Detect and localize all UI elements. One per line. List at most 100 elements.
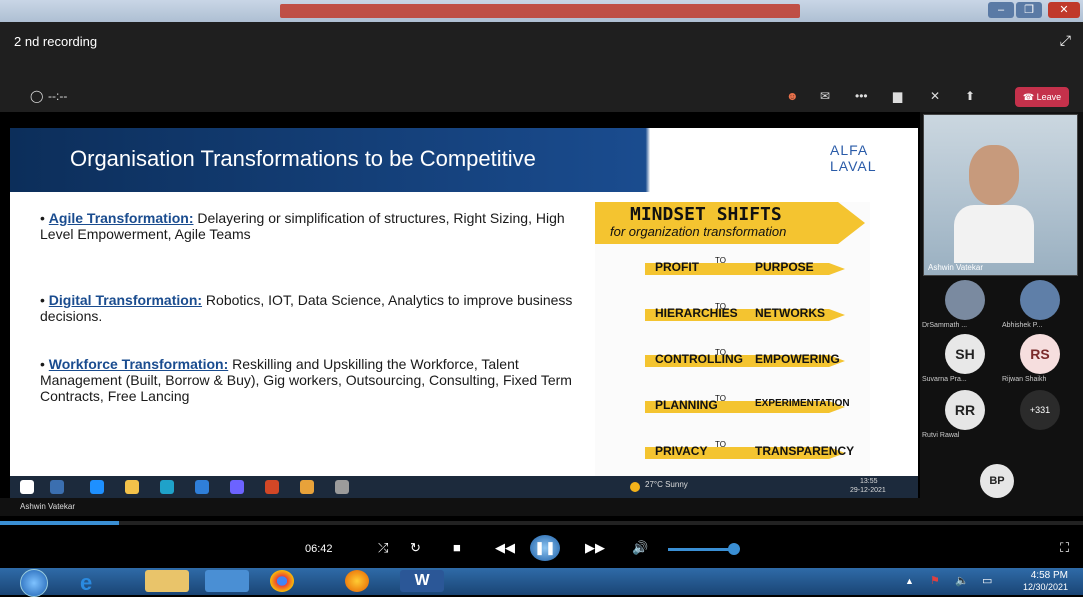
shift-from: PROFIT bbox=[655, 260, 699, 274]
pause-button[interactable]: ❚❚ bbox=[530, 535, 560, 561]
presenter-clock-time: 13:55 bbox=[860, 478, 878, 485]
avatar[interactable]: BP bbox=[980, 464, 1014, 498]
presenter-name: Ashwin Vatekar bbox=[20, 502, 75, 511]
seek-bar[interactable] bbox=[0, 521, 1083, 525]
shift-from: CONTROLLING bbox=[655, 352, 743, 366]
windows-taskbar: e W ▲ ⚑ 🔈 ▭ 4:58 PM 12/30/2021 bbox=[0, 568, 1083, 597]
shift-to: PURPOSE bbox=[755, 260, 814, 274]
recording-title: 2 nd recording bbox=[14, 34, 98, 49]
mindset-title: MINDSET SHIFTS bbox=[630, 204, 782, 225]
camera-icon[interactable]: ▆ bbox=[893, 89, 902, 103]
avatar[interactable] bbox=[1020, 280, 1060, 320]
repeat-icon[interactable]: ↻ bbox=[410, 540, 421, 556]
leave-button[interactable]: ☎ Leave bbox=[1015, 87, 1069, 107]
shift-to-label: TO bbox=[715, 256, 726, 265]
system-clock-time[interactable]: 4:58 PM bbox=[1031, 570, 1068, 581]
ie-icon[interactable]: e bbox=[80, 570, 124, 595]
expand-icon[interactable]: ⤢ bbox=[1060, 32, 1071, 49]
slide-title: Organisation Transformations to be Compe… bbox=[70, 146, 536, 171]
maximize-button[interactable]: ❐ bbox=[1016, 2, 1042, 18]
word-icon[interactable]: W bbox=[400, 570, 444, 592]
monitor-icon[interactable]: ▭ bbox=[982, 574, 992, 587]
shift-row: PLANNING TO EXPERIMENTATION bbox=[605, 392, 865, 422]
avatar[interactable]: RS bbox=[1020, 334, 1060, 374]
shift-to-label: TO bbox=[715, 394, 726, 403]
shift-to: EMPOWERING bbox=[755, 352, 840, 366]
chat-icon[interactable]: ✉ bbox=[820, 89, 830, 103]
video-name: Ashwin Vatekar bbox=[928, 263, 983, 272]
participants-panel: Ashwin Vatekar DrSammath ... Abhishek P.… bbox=[920, 112, 1083, 516]
shift-to-label: TO bbox=[715, 348, 726, 357]
avatar[interactable] bbox=[945, 280, 985, 320]
shared-slide: Organisation Transformations to be Compe… bbox=[10, 128, 918, 476]
firefox-icon[interactable] bbox=[345, 570, 369, 592]
bullet-agile: • Agile Transformation: Delayering or si… bbox=[40, 210, 565, 242]
powerpoint-icon bbox=[265, 480, 279, 494]
alfa-laval-logo: ALFA LAVAL bbox=[830, 142, 877, 174]
media-player: 06:42 ⤮ ↻ ■ ◀◀ ❚❚ ▶▶ 🔊 ⛶ bbox=[0, 516, 1083, 568]
elapsed-time: 06:42 bbox=[305, 543, 333, 555]
explorer-icon bbox=[125, 480, 139, 494]
meeting-timer: --:-- bbox=[48, 89, 68, 103]
participant-name: Rijwan Shaikh bbox=[1002, 376, 1047, 383]
mail-icon bbox=[195, 480, 209, 494]
shift-row: PROFIT TO PURPOSE bbox=[605, 254, 865, 284]
forward-icon[interactable]: ▶▶ bbox=[585, 540, 605, 556]
bullet-lead: Agile Transformation: bbox=[48, 210, 194, 226]
folder-icon[interactable] bbox=[145, 570, 189, 592]
shift-row: PRIVACY TO TRANSPARENCY bbox=[605, 438, 865, 468]
presenter-name-strip: Ashwin Vatekar bbox=[0, 498, 920, 516]
bullet-lead: Workforce Transformation: bbox=[48, 356, 229, 372]
shift-to: TRANSPARENCY bbox=[755, 444, 855, 458]
stop-icon[interactable]: ■ bbox=[453, 540, 461, 555]
shuffle-icon[interactable]: ⤮ bbox=[378, 540, 388, 556]
overflow-participants[interactable]: +331 bbox=[1020, 390, 1060, 430]
bullet-workforce: • Workforce Transformation: Reskilling a… bbox=[40, 356, 572, 404]
more-icon[interactable]: ••• bbox=[855, 89, 868, 103]
system-clock-date[interactable]: 12/30/2021 bbox=[1023, 582, 1068, 592]
windows-icon bbox=[20, 480, 34, 494]
participant-name: Rutvi Rawal bbox=[922, 432, 960, 439]
tray-expand-icon[interactable]: ▲ bbox=[905, 576, 914, 586]
mic-off-icon[interactable]: ✕ bbox=[930, 89, 940, 103]
volume-knob[interactable] bbox=[728, 543, 740, 555]
weather-text: 27°C Sunny bbox=[645, 480, 688, 489]
network-icon[interactable]: ⚑ bbox=[930, 574, 940, 587]
shift-row: CONTROLLING TO EMPOWERING bbox=[605, 346, 865, 376]
shield-icon: ◯ bbox=[30, 89, 44, 103]
participant-name: Abhishek P... bbox=[1002, 322, 1043, 329]
bullet-digital: • Digital Transformation: Robotics, IOT,… bbox=[40, 292, 573, 324]
bullet-lead: Digital Transformation: bbox=[48, 292, 203, 308]
participants-icon[interactable]: ☻ bbox=[786, 89, 799, 103]
fullscreen-icon[interactable]: ⛶ bbox=[1060, 540, 1069, 556]
presenter-video: Ashwin Vatekar bbox=[923, 114, 1078, 276]
avatar[interactable]: RR bbox=[945, 390, 985, 430]
shift-to-label: TO bbox=[715, 440, 726, 449]
speaker-icon[interactable]: 🔈 bbox=[955, 574, 969, 587]
shift-row: HIERARCHIES TO NETWORKS bbox=[605, 300, 865, 330]
avatar[interactable]: SH bbox=[945, 334, 985, 374]
presenter-taskbar: 27°C Sunny 13:55 29-12-2021 bbox=[10, 476, 918, 498]
volume-icon[interactable]: 🔊 bbox=[632, 540, 648, 556]
shift-to: EXPERIMENTATION bbox=[755, 398, 850, 409]
start-button[interactable] bbox=[20, 569, 48, 597]
chrome-icon bbox=[300, 480, 314, 494]
participant-name: Suvarna Pra... bbox=[922, 376, 967, 383]
window-title-bar: – ❐ ✕ bbox=[0, 0, 1083, 22]
edge-icon bbox=[90, 480, 104, 494]
meeting-header: 2 nd recording ⤢ ◯ --:-- ☻ ✉ ••• ▆ ✕ ⬆ ☎… bbox=[0, 22, 1083, 112]
mindset-shifts-graphic: MINDSET SHIFTS for organization transfor… bbox=[595, 202, 870, 476]
media-player-icon[interactable] bbox=[205, 570, 249, 592]
meeting-controls: ◯ --:-- ☻ ✉ ••• ▆ ✕ ⬆ ☎ Leave bbox=[0, 84, 1083, 112]
minimize-button[interactable]: – bbox=[988, 2, 1014, 18]
presenter-shirt bbox=[954, 205, 1034, 263]
participant-name: DrSammath ... bbox=[922, 322, 968, 329]
app-icon bbox=[335, 480, 349, 494]
chrome-icon[interactable] bbox=[270, 570, 294, 592]
close-button[interactable]: ✕ bbox=[1048, 2, 1080, 18]
share-icon[interactable]: ⬆ bbox=[965, 89, 975, 103]
shift-to: NETWORKS bbox=[755, 306, 825, 320]
shift-from: PLANNING bbox=[655, 398, 718, 412]
weather-icon bbox=[630, 482, 640, 492]
rewind-icon[interactable]: ◀◀ bbox=[495, 540, 515, 556]
